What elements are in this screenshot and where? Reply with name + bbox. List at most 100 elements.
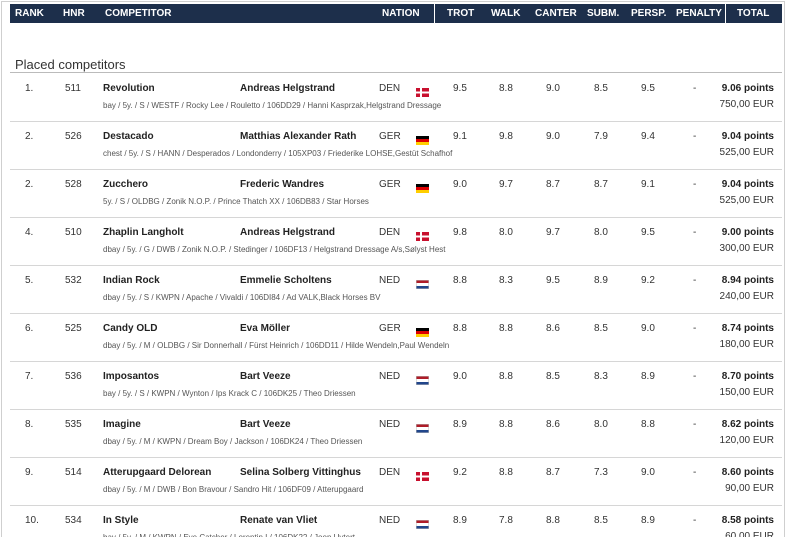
score-subm: 8.5 bbox=[594, 515, 608, 526]
nation-code: DEN bbox=[379, 467, 401, 478]
nation-code: DEN bbox=[379, 227, 401, 238]
germany-flag-icon bbox=[416, 132, 429, 145]
rider-name[interactable]: Bart Veeze bbox=[240, 371, 291, 382]
horse-name[interactable]: Candy OLD bbox=[103, 323, 157, 334]
rider-name[interactable]: Andreas Helgstrand bbox=[240, 83, 335, 94]
nation-code: DEN bbox=[379, 83, 401, 94]
score-walk: 8.8 bbox=[499, 419, 513, 430]
score-walk: 7.8 bbox=[499, 515, 513, 526]
nation-code: NED bbox=[379, 371, 401, 382]
col-hnr[interactable]: HNR bbox=[63, 8, 85, 19]
score-walk: 8.8 bbox=[499, 323, 513, 334]
horse-name[interactable]: In Style bbox=[103, 515, 139, 526]
horse-name[interactable]: Indian Rock bbox=[103, 275, 160, 286]
table-row[interactable]: 2. 526 Destacado Matthias Alexander Rath GER… bbox=[10, 122, 782, 170]
hnr-cell: 510 bbox=[65, 227, 82, 238]
prize-money: 120,00 EUR bbox=[719, 435, 774, 446]
horse-details: dbay / 5y. / M / OLDBG / Sir Donnerhall … bbox=[103, 341, 450, 350]
rider-name[interactable]: Emmelie Scholtens bbox=[240, 275, 332, 286]
table-row[interactable]: 2. 528 Zucchero Frederic Wandres GER 9.0 9.7 8.… bbox=[10, 170, 782, 218]
rider-name[interactable]: Frederic Wandres bbox=[240, 179, 324, 190]
score-walk: 8.8 bbox=[499, 371, 513, 382]
horse-name[interactable]: Destacado bbox=[103, 131, 154, 142]
germany-flag-icon bbox=[416, 324, 429, 337]
score-trot: 9.0 bbox=[453, 371, 467, 382]
score-persp: 9.5 bbox=[641, 83, 655, 94]
horse-name[interactable]: Zhaplin Langholt bbox=[103, 227, 184, 238]
col-competitor[interactable]: COMPETITOR bbox=[105, 8, 171, 19]
horse-details: 5y. / S / OLDBG / Zonik N.O.P. / Prince … bbox=[103, 197, 369, 206]
total-points: 8.74 points bbox=[721, 323, 774, 334]
col-rank[interactable]: RANK bbox=[15, 8, 44, 19]
table-row[interactable]: 10. 534 In Style Renate van Vliet NED 8.9 7.8 8… bbox=[10, 506, 782, 537]
rider-name[interactable]: Selina Solberg Vittinghus bbox=[240, 467, 361, 478]
col-walk[interactable]: WALK bbox=[491, 8, 520, 19]
score-persp: 8.9 bbox=[641, 371, 655, 382]
col-total[interactable]: TOTAL bbox=[737, 8, 769, 19]
table-row[interactable]: 1. 511 Revolution Andreas Helgstrand DEN 9.5 8… bbox=[10, 74, 782, 122]
score-persp: 8.8 bbox=[641, 419, 655, 430]
score-walk: 8.3 bbox=[499, 275, 513, 286]
prize-money: 180,00 EUR bbox=[719, 339, 774, 350]
score-penalty: - bbox=[693, 227, 697, 238]
col-nation[interactable]: NATION bbox=[382, 8, 420, 19]
horse-name[interactable]: Revolution bbox=[103, 83, 155, 94]
total-points: 8.58 points bbox=[721, 515, 774, 526]
score-canter: 9.0 bbox=[546, 83, 560, 94]
col-penalty[interactable]: PENALTY bbox=[676, 8, 722, 19]
rank-cell: 8. bbox=[25, 419, 34, 430]
table-row[interactable]: 7. 536 Imposantos Bart Veeze NED 9.0 8.8 8.5 8.3… bbox=[10, 362, 782, 410]
total-points: 9.00 points bbox=[721, 227, 774, 238]
total-points: 8.94 points bbox=[721, 275, 774, 286]
score-walk: 8.0 bbox=[499, 227, 513, 238]
col-persp[interactable]: PERSP. bbox=[631, 8, 666, 19]
prize-money: 300,00 EUR bbox=[719, 243, 774, 254]
score-subm: 8.9 bbox=[594, 275, 608, 286]
hnr-cell: 525 bbox=[65, 323, 82, 334]
rank-cell: 2. bbox=[25, 131, 34, 142]
score-canter: 8.6 bbox=[546, 323, 560, 334]
horse-details: dbay / 5y. / M / DWB / Bon Bravour / San… bbox=[103, 485, 364, 494]
horse-name[interactable]: Imagine bbox=[103, 419, 141, 430]
netherlands-flag-icon bbox=[416, 420, 429, 433]
prize-money: 525,00 EUR bbox=[719, 195, 774, 206]
horse-name[interactable]: Zucchero bbox=[103, 179, 148, 190]
horse-name[interactable]: Atterupgaard Delorean bbox=[103, 467, 211, 478]
total-points: 9.04 points bbox=[721, 131, 774, 142]
table-row[interactable]: 5. 532 Indian Rock Emmelie Scholtens NED 8.8 8… bbox=[10, 266, 782, 314]
score-persp: 8.9 bbox=[641, 515, 655, 526]
hnr-cell: 514 bbox=[65, 467, 82, 478]
score-subm: 8.5 bbox=[594, 83, 608, 94]
results-table: RANK HNR COMPETITOR NATION TROT WALK CAN… bbox=[1, 1, 785, 537]
score-subm: 8.7 bbox=[594, 179, 608, 190]
score-trot: 9.5 bbox=[453, 83, 467, 94]
rider-name[interactable]: Renate van Vliet bbox=[240, 515, 317, 526]
table-row[interactable]: 8. 535 Imagine Bart Veeze NED 8.9 8.8 8.6 8.0 8.8… bbox=[10, 410, 782, 458]
col-canter[interactable]: CANTER bbox=[535, 8, 577, 19]
col-subm[interactable]: SUBM. bbox=[587, 8, 619, 19]
horse-details: bay / 5y. / S / KWPN / Wynton / Ips Krac… bbox=[103, 389, 356, 398]
score-subm: 7.9 bbox=[594, 131, 608, 142]
section-title: Placed competitors bbox=[15, 57, 126, 72]
rider-name[interactable]: Matthias Alexander Rath bbox=[240, 131, 356, 142]
horse-details: dbay / 5y. / M / KWPN / Dream Boy / Jack… bbox=[103, 437, 363, 446]
score-persp: 9.2 bbox=[641, 275, 655, 286]
rider-name[interactable]: Eva Möller bbox=[240, 323, 290, 334]
score-penalty: - bbox=[693, 179, 697, 190]
table-row[interactable]: 6. 525 Candy OLD Eva Möller GER 8.8 8.8 8.6 8.5 9… bbox=[10, 314, 782, 362]
horse-name[interactable]: Imposantos bbox=[103, 371, 159, 382]
score-persp: 9.4 bbox=[641, 131, 655, 142]
horse-details: dbay / 5y. / G / DWB / Zonik N.O.P. / St… bbox=[103, 245, 446, 254]
prize-money: 525,00 EUR bbox=[719, 147, 774, 158]
table-row[interactable]: 9. 514 Atterupgaard Delorean Selina Solberg… bbox=[10, 458, 782, 506]
rider-name[interactable]: Andreas Helgstrand bbox=[240, 227, 335, 238]
nation-code: GER bbox=[379, 131, 401, 142]
nation-code: NED bbox=[379, 419, 401, 430]
rank-cell: 1. bbox=[25, 83, 34, 94]
score-subm: 7.3 bbox=[594, 467, 608, 478]
table-row[interactable]: 4. 510 Zhaplin Langholt Andreas Helgstrand D… bbox=[10, 218, 782, 266]
rider-name[interactable]: Bart Veeze bbox=[240, 419, 291, 430]
col-trot[interactable]: TROT bbox=[447, 8, 474, 19]
hnr-cell: 535 bbox=[65, 419, 82, 430]
netherlands-flag-icon bbox=[416, 372, 429, 385]
